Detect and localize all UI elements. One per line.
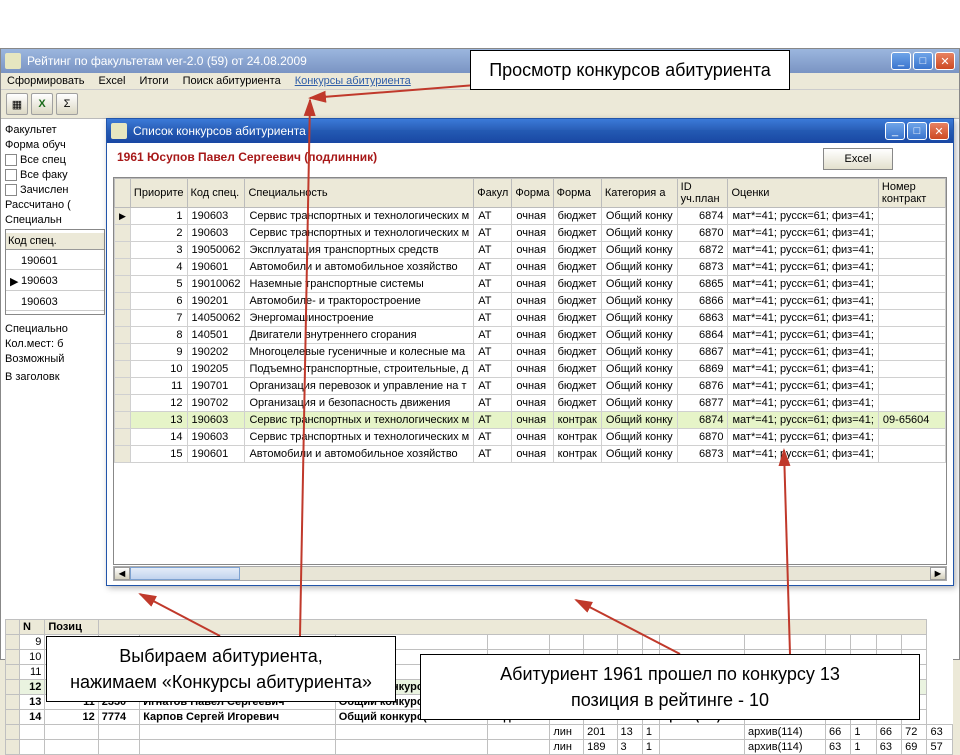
table-row[interactable]: лин18931архив(114)631636957 [6,740,953,755]
annotation-left: Выбираем абитуриента, нажимаем «Конкурсы… [46,636,396,702]
annotation-right: Абитуриент 1961 прошел по конкурсу 13 по… [420,654,920,720]
table-row[interactable]: лин201131архив(114)661667263 [6,725,953,740]
annotation-top: Просмотр конкурсов абитуриента [470,50,790,90]
annotation-arrows [0,0,960,720]
